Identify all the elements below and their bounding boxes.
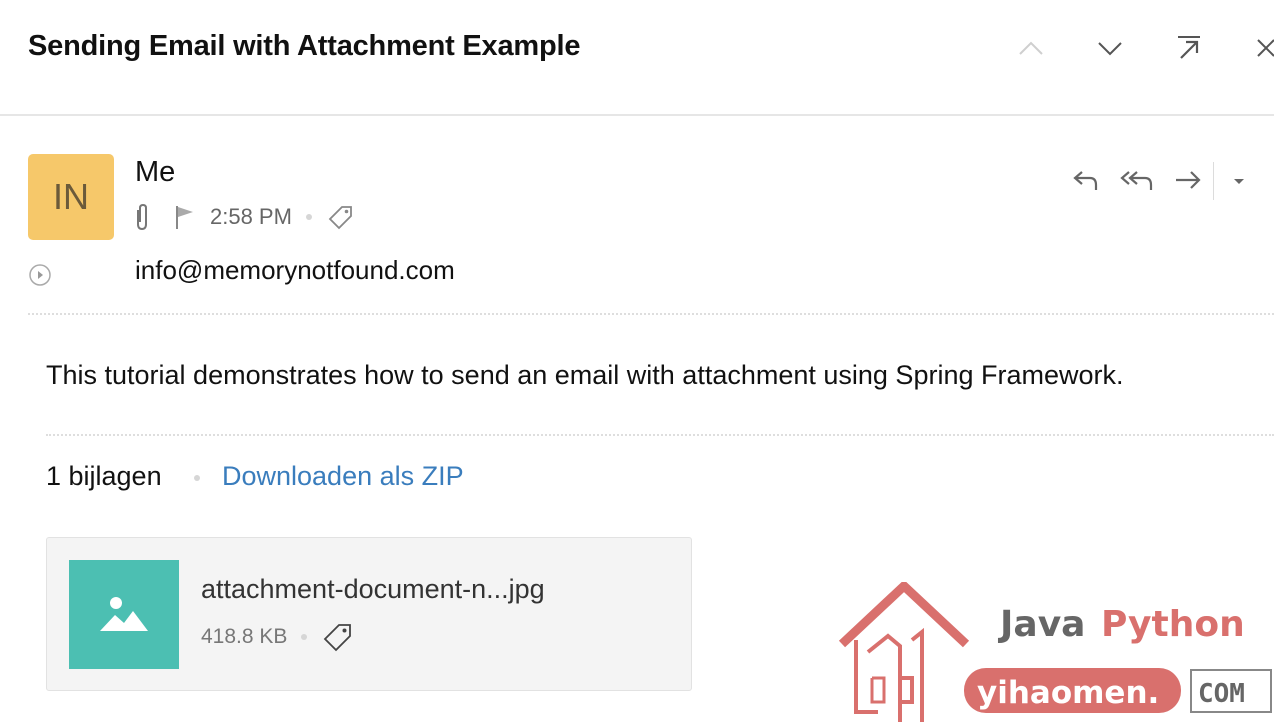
email-body: This tutorial demonstrates how to send a… bbox=[46, 360, 1124, 390]
attachment-thumbnail[interactable] bbox=[69, 560, 179, 669]
chevron-up-icon bbox=[1019, 41, 1043, 55]
attachment-meta-separator bbox=[301, 634, 308, 640]
download-zip-link[interactable]: Downloaden als ZIP bbox=[222, 461, 464, 492]
image-icon bbox=[100, 596, 148, 631]
attachment-meta: 418.8 KB bbox=[201, 620, 353, 654]
more-actions-button[interactable] bbox=[1229, 160, 1249, 200]
attachment-size: 418.8 KB bbox=[201, 625, 288, 648]
watermark-word-python: Python bbox=[1101, 604, 1245, 645]
sender-name[interactable]: Me bbox=[135, 156, 175, 189]
attachment-name[interactable]: attachment-document-n...jpg bbox=[201, 574, 545, 605]
expand-details-icon[interactable] bbox=[28, 263, 52, 287]
attachment-separator bbox=[194, 475, 200, 481]
flag-icon[interactable] bbox=[174, 203, 196, 231]
tag-icon[interactable] bbox=[328, 204, 354, 230]
paperclip-icon[interactable] bbox=[132, 202, 154, 232]
watermark-word-java: Java bbox=[997, 604, 1085, 645]
close-button[interactable] bbox=[1246, 28, 1274, 68]
email-meta-row: 2:58 PM bbox=[132, 200, 354, 234]
close-icon bbox=[1257, 39, 1274, 57]
sender-avatar: IN bbox=[28, 154, 114, 240]
popout-icon bbox=[1178, 36, 1200, 59]
attachment-count: 1 bijlagen bbox=[46, 461, 162, 491]
forward-icon bbox=[1176, 171, 1201, 189]
watermark-house-icon bbox=[838, 582, 970, 722]
reply-all-icon bbox=[1120, 171, 1153, 190]
email-subject: Sending Email with Attachment Example bbox=[28, 30, 581, 62]
reply-button[interactable] bbox=[1070, 160, 1102, 200]
watermark-tld: COM bbox=[1198, 679, 1245, 709]
popout-button[interactable] bbox=[1169, 28, 1209, 68]
meta-divider bbox=[28, 313, 1274, 315]
previous-email-button[interactable] bbox=[1011, 28, 1051, 68]
meta-separator bbox=[305, 214, 312, 220]
reply-icon bbox=[1073, 171, 1098, 190]
next-email-button[interactable] bbox=[1090, 28, 1130, 68]
recipient-address[interactable]: info@memorynotfound.com bbox=[135, 255, 455, 286]
watermark-logo: Java Python yihaomen. COM bbox=[838, 582, 1274, 723]
forward-button[interactable] bbox=[1172, 160, 1204, 200]
watermark-site: yihaomen. bbox=[977, 675, 1159, 711]
caret-down-icon bbox=[1234, 179, 1244, 184]
email-time: 2:58 PM bbox=[210, 204, 292, 229]
action-separator bbox=[1213, 162, 1214, 200]
chevron-down-icon bbox=[1098, 42, 1122, 56]
reply-all-button[interactable] bbox=[1118, 160, 1158, 200]
header-divider bbox=[0, 114, 1274, 116]
attachment-tag-icon[interactable] bbox=[323, 622, 353, 652]
body-divider bbox=[46, 434, 1274, 436]
